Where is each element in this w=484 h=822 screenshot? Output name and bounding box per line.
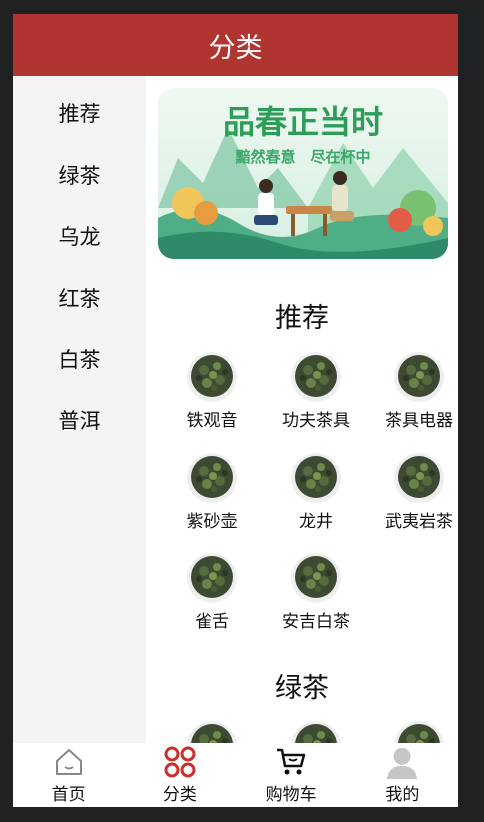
category-item-label: 龙井 <box>299 512 333 532</box>
tea-leaf-icon <box>291 453 341 503</box>
category-item-label: 功夫茶具 <box>282 411 350 431</box>
category-item-label: 雀舌 <box>195 612 229 632</box>
tab-home[interactable]: 首页 <box>13 743 124 807</box>
tea-leaf-icon <box>187 721 237 743</box>
category-item[interactable]: 铁观音 <box>160 352 264 431</box>
section-title-green-tea: 绿茶 <box>275 673 329 704</box>
tab-profile[interactable]: 我的 <box>347 743 458 807</box>
promo-banner[interactable]: 品春正当时 黯然春意 尽在杯中 <box>158 88 448 259</box>
sidebar-item-label: 普洱 <box>58 409 101 433</box>
tab-label: 首页 <box>51 785 86 805</box>
category-item-label: 铁观音 <box>186 411 238 431</box>
category-item[interactable]: 功夫茶具 <box>264 352 368 431</box>
cart-icon <box>274 745 308 779</box>
tea-leaf-icon <box>187 453 237 503</box>
sidebar-item-label: 乌龙 <box>58 225 101 249</box>
banner-headline: 品春正当时 <box>223 103 383 141</box>
sidebar-item-green-tea[interactable]: 绿茶 <box>13 155 146 195</box>
category-sidebar: 推荐 绿茶 乌龙 红茶 白茶 普洱 <box>13 76 146 743</box>
sidebar-item-oolong[interactable]: 乌龙 <box>13 216 146 256</box>
tea-leaf-icon <box>394 721 444 743</box>
tea-leaf-icon <box>187 352 237 402</box>
category-item[interactable]: 安吉白茶 <box>264 553 368 632</box>
category-item[interactable] <box>160 721 264 743</box>
sidebar-item-label: 绿茶 <box>58 164 101 188</box>
page-title: 分类 <box>208 32 263 64</box>
tea-leaf-icon <box>291 553 341 603</box>
tab-label: 我的 <box>385 785 420 805</box>
sidebar-item-black-tea[interactable]: 红茶 <box>13 278 146 318</box>
banner-illustration: 品春正当时 黯然春意 尽在杯中 <box>158 88 448 259</box>
category-item-label: 紫砂壶 <box>186 512 238 532</box>
tab-cart[interactable]: 购物车 <box>236 743 347 807</box>
category-item[interactable]: 雀舌 <box>160 553 264 632</box>
category-item-label: 茶具电器 <box>385 411 453 431</box>
tea-leaf-icon <box>394 453 444 503</box>
home-icon <box>52 745 86 779</box>
page-header: 分类 <box>13 14 458 76</box>
sidebar-item-recommend[interactable]: 推荐 <box>13 93 146 133</box>
sidebar-item-label: 白茶 <box>58 348 101 372</box>
tab-label: 分类 <box>162 785 197 805</box>
section-title-recommend: 推荐 <box>275 303 329 334</box>
category-item-label: 安吉白茶 <box>282 612 350 632</box>
sidebar-item-label: 推荐 <box>58 102 101 126</box>
tea-leaf-icon <box>291 352 341 402</box>
tea-leaf-icon <box>394 352 444 402</box>
category-item[interactable] <box>264 721 368 743</box>
category-item-label: 武夷岩茶 <box>385 512 453 532</box>
user-icon <box>385 745 419 779</box>
category-item[interactable]: 紫砂壶 <box>160 453 264 532</box>
category-item[interactable]: 武夷岩茶 <box>367 453 458 532</box>
sidebar-item-puer[interactable]: 普洱 <box>13 400 146 440</box>
bottom-tab-bar: 首页 分类 购物车 我的 <box>13 743 458 807</box>
category-item[interactable]: 龙井 <box>264 453 368 532</box>
banner-subline: 黯然春意 尽在杯中 <box>235 148 370 166</box>
sidebar-item-white-tea[interactable]: 白茶 <box>13 339 146 379</box>
category-item[interactable] <box>367 721 458 743</box>
category-content[interactable]: 品春正当时 黯然春意 尽在杯中 推荐 铁观音 功夫茶具 茶具电器 紫砂壶 龙井 <box>146 76 458 743</box>
tab-category[interactable]: 分类 <box>124 743 235 807</box>
tab-label: 购物车 <box>265 785 317 805</box>
tea-leaf-icon <box>291 721 341 743</box>
category-icon <box>163 745 197 779</box>
category-item[interactable]: 茶具电器 <box>367 352 458 431</box>
sidebar-item-label: 红茶 <box>58 287 101 311</box>
tea-leaf-icon <box>187 553 237 603</box>
app-screen: 分类 推荐 绿茶 乌龙 红茶 白茶 普洱 品春正当时 黯然春意 尽在杯中 推荐 … <box>13 14 458 807</box>
